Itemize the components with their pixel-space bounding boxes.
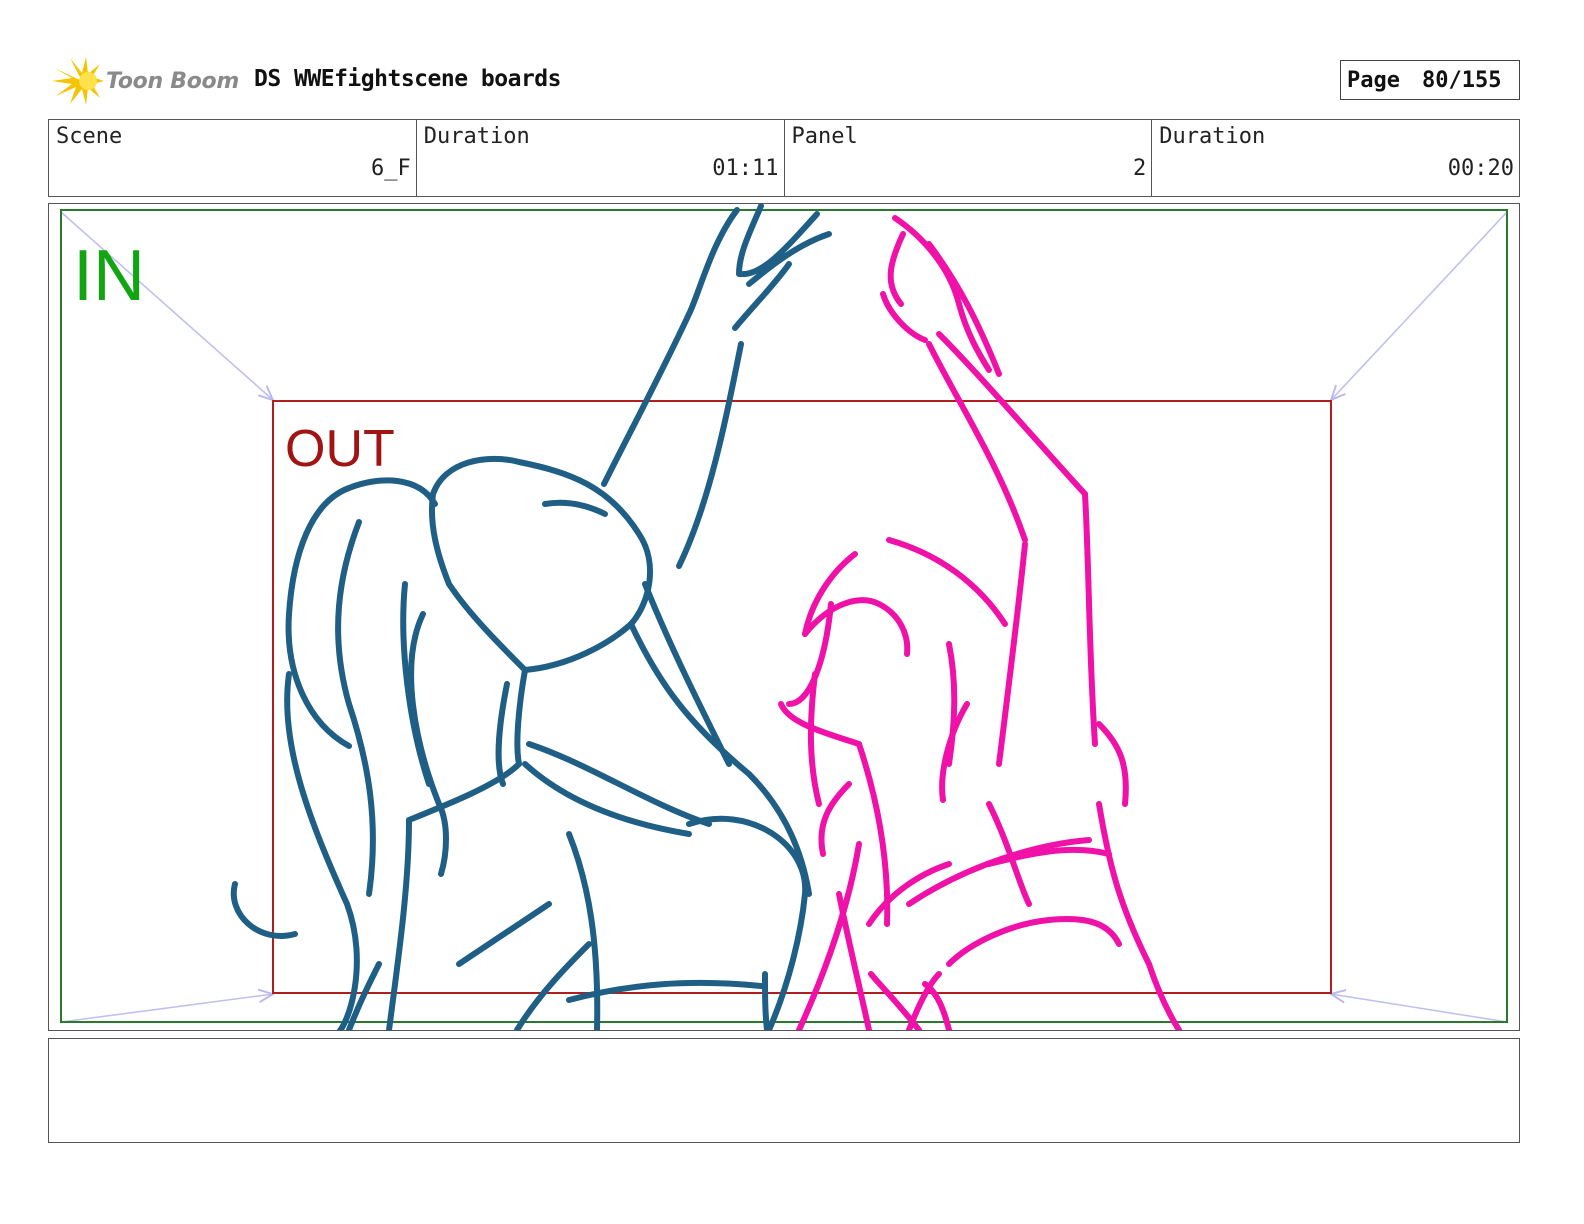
scene-duration-label: Duration: [423, 124, 530, 149]
caption-box: [48, 1038, 1520, 1143]
logo-text: Toon Boom: [106, 68, 239, 94]
panel-info-row: Scene 6_F Duration 01:11 Panel 2 Duratio…: [48, 119, 1520, 197]
starburst-icon: [52, 57, 104, 105]
blue-character-sketch: [230, 204, 832, 1030]
in-frame: [60, 209, 1508, 1023]
in-label: IN: [73, 236, 145, 316]
pink-character-sketch: [778, 215, 1182, 1030]
scene-duration-value: 01:11: [712, 156, 779, 181]
panel-artwork: IN OUT: [60, 204, 1508, 1030]
page-indicator: Page 80/155: [1340, 60, 1520, 100]
project-title: DS WWEfightscene boards: [254, 66, 562, 92]
panel-cell: Panel 2: [785, 120, 1153, 196]
page-number: 80/155: [1421, 67, 1502, 93]
page-label: Page: [1347, 67, 1400, 93]
toon-boom-logo: Toon Boom: [52, 56, 242, 106]
camera-move-arrows: [60, 211, 1508, 1023]
scene-duration-cell: Duration 01:11: [417, 120, 785, 196]
panel-duration-cell: Duration 00:20: [1152, 120, 1519, 196]
storyboard-panel: IN OUT: [48, 203, 1520, 1031]
scene-value: 6_F: [371, 156, 411, 181]
panel-value: 2: [1133, 156, 1147, 181]
panel-duration-value: 00:20: [1447, 156, 1514, 181]
scene-cell: Scene 6_F: [49, 120, 417, 196]
page-header: Toon Boom DS WWEfightscene boards Page 8…: [48, 52, 1520, 108]
scene-label: Scene: [56, 124, 123, 149]
out-label: OUT: [285, 420, 395, 478]
panel-label: Panel: [791, 124, 858, 149]
panel-duration-label: Duration: [1159, 124, 1266, 149]
